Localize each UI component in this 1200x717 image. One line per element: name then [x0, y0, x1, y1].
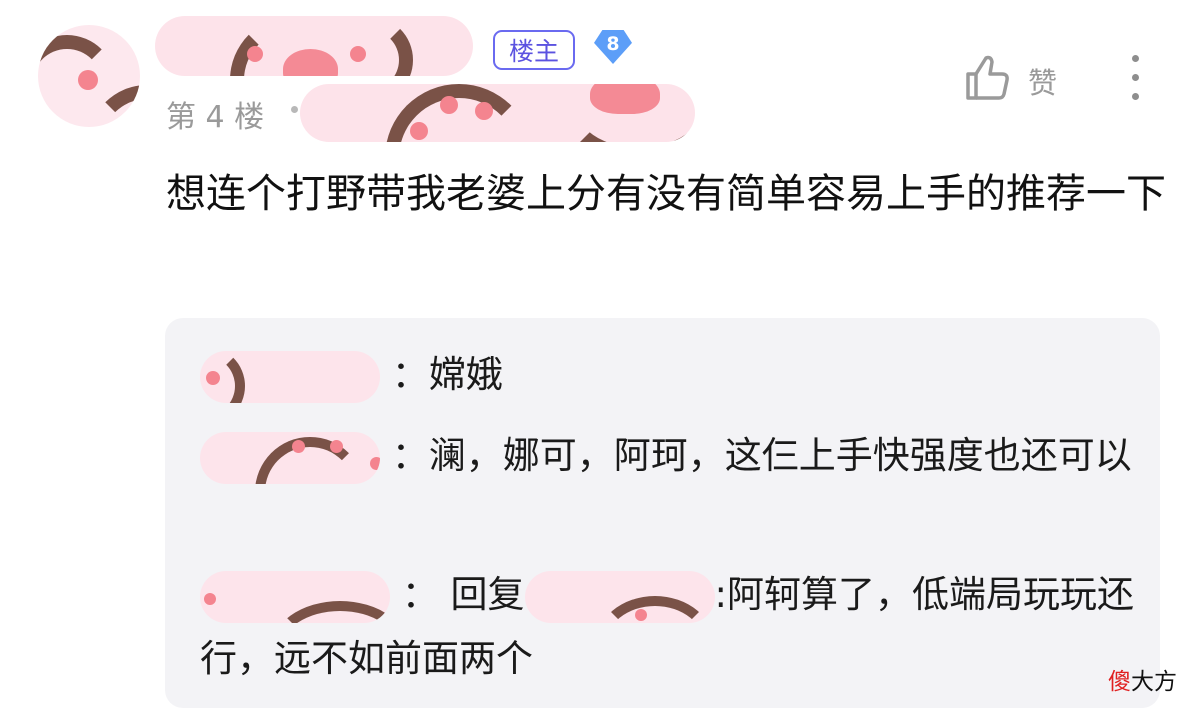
reply-prefix: 回复 [450, 573, 525, 616]
reply-text: 澜，娜可，阿珂，这仨上手快强度也还可以 [428, 434, 1132, 477]
reply-target-mask [524, 570, 715, 623]
post-meta-mask [300, 84, 695, 142]
thumbs-up-icon[interactable] [964, 54, 1010, 102]
level-number: 8 [606, 33, 620, 55]
reply-text: 嫦娥 [428, 353, 503, 396]
level-diamond-icon: 8 [588, 30, 638, 66]
watermark: 傻大方 [1108, 669, 1177, 695]
floor-label: 第 4 楼 [166, 100, 265, 135]
avatar[interactable] [38, 25, 140, 127]
username-mask [155, 16, 473, 76]
post-content: 想连个打野带我老婆上分有没有简单容易上手的推荐一下 [166, 171, 1166, 217]
reply-item[interactable]: ：澜，娜可，阿珂，这仨上手快强度也还可以 [200, 424, 1140, 488]
host-badge: 楼主 [493, 30, 575, 70]
reply-item[interactable]: ： 回复 :阿轲算了，低端局玩玩还行，远不如前面两个 [200, 563, 1140, 691]
more-vertical-icon[interactable] [1124, 55, 1146, 101]
reply-username-mask [200, 431, 380, 484]
reply-username-mask [200, 350, 380, 403]
reply-item[interactable]: ：嫦娥 [200, 343, 1140, 407]
separator-dot [291, 106, 298, 113]
reply-username-mask [200, 570, 390, 623]
like-label[interactable]: 赞 [1028, 60, 1057, 102]
